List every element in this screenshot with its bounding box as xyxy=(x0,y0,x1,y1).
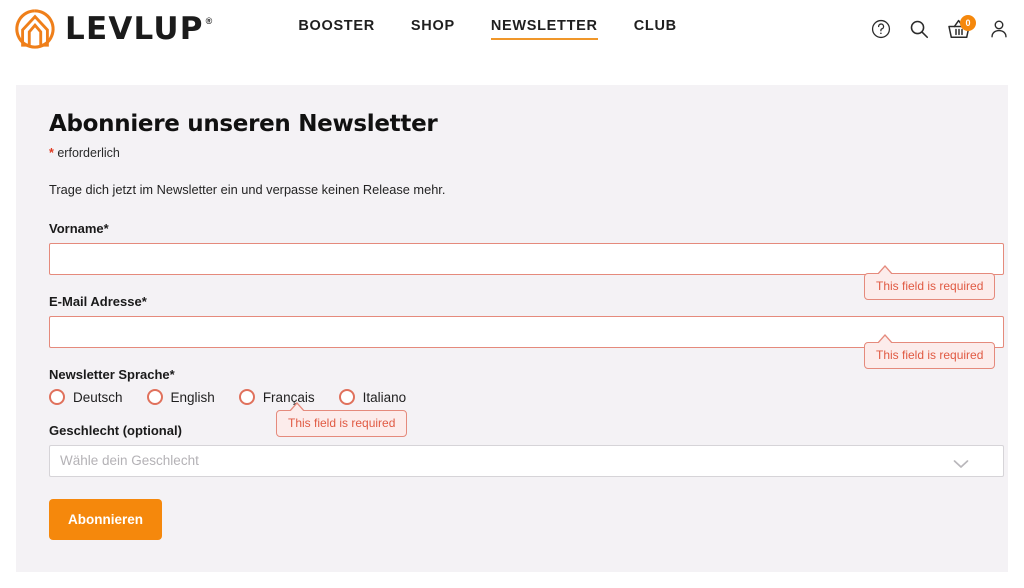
nav-item-newsletter[interactable]: NEWSLETTER xyxy=(490,18,598,40)
nav-item-shop[interactable]: SHOP xyxy=(411,18,455,40)
radio-option-english[interactable]: English xyxy=(146,389,215,405)
intro-text: Trage dich jetzt im Newsletter ein und v… xyxy=(49,182,446,197)
help-circle-icon[interactable] xyxy=(870,18,892,40)
email-input[interactable] xyxy=(49,316,1004,348)
first-name-input[interactable] xyxy=(49,243,1004,275)
required-asterisk: * xyxy=(49,146,54,160)
required-note-text: erforderlich xyxy=(57,146,120,160)
error-tooltip-language: This field is required xyxy=(276,402,408,438)
gender-label: Geschlecht (optional) xyxy=(49,423,182,438)
search-icon[interactable] xyxy=(908,18,930,40)
page-title: Abonniere unseren Newsletter xyxy=(49,111,438,137)
nav-item-club[interactable]: CLUB xyxy=(634,18,677,40)
shopping-basket-icon[interactable]: 0 xyxy=(946,15,976,40)
levlup-arrow-logo-icon xyxy=(14,8,56,50)
tooltip-notch-inner-icon xyxy=(289,404,305,413)
required-fields-note: * erforderlich xyxy=(49,146,984,160)
error-tooltip-text: This field is required xyxy=(288,416,396,430)
radio-circle-icon[interactable] xyxy=(338,389,355,405)
site-header: LEVLUP ® BOOSTER SHOP NEWSLETTER CLUB 0 xyxy=(0,0,1024,58)
header-icon-group: 0 xyxy=(870,15,1010,40)
radio-option-deutsch[interactable]: Deutsch xyxy=(49,389,123,405)
error-tooltip-text: This field is required xyxy=(876,348,984,362)
main-navigation: BOOSTER SHOP NEWSLETTER CLUB xyxy=(298,18,676,40)
radio-circle-icon[interactable] xyxy=(238,389,255,405)
error-tooltip-text: This field is required xyxy=(876,279,984,293)
gender-select[interactable]: Wähle dein Geschlecht xyxy=(49,445,1004,477)
newsletter-form-panel: Abonniere unseren Newsletter * erforderl… xyxy=(16,85,1008,572)
registered-trademark-icon: ® xyxy=(205,15,213,26)
nav-item-booster[interactable]: BOOSTER xyxy=(298,18,375,40)
radio-circle-icon[interactable] xyxy=(49,389,65,405)
radio-option-italiano[interactable]: Italiano xyxy=(338,389,407,405)
newsletter-language-label: Newsletter Sprache* xyxy=(49,367,175,382)
first-name-label: Vorname* xyxy=(49,221,109,236)
brand-wordmark: LEVLUP xyxy=(65,10,204,47)
radio-label-italiano: Italiano xyxy=(362,389,407,405)
error-tooltip-email: This field is required xyxy=(864,334,996,370)
newsletter-language-radio-group: Deutsch English Français Italiano xyxy=(49,389,984,405)
email-label: E-Mail Adresse* xyxy=(49,294,147,309)
user-account-icon[interactable] xyxy=(988,18,1010,40)
radio-label-deutsch: Deutsch xyxy=(73,389,123,405)
radio-circle-icon[interactable] xyxy=(146,389,163,405)
subscribe-submit-button[interactable]: Abonnieren xyxy=(49,499,163,540)
error-tooltip-first-name: This field is required xyxy=(864,265,996,301)
cart-item-count-badge: 0 xyxy=(960,15,976,31)
tooltip-notch-inner-icon xyxy=(877,267,893,276)
radio-label-english: English xyxy=(170,389,215,405)
tooltip-notch-inner-icon xyxy=(877,336,893,345)
brand-logo[interactable]: LEVLUP ® xyxy=(14,8,212,50)
